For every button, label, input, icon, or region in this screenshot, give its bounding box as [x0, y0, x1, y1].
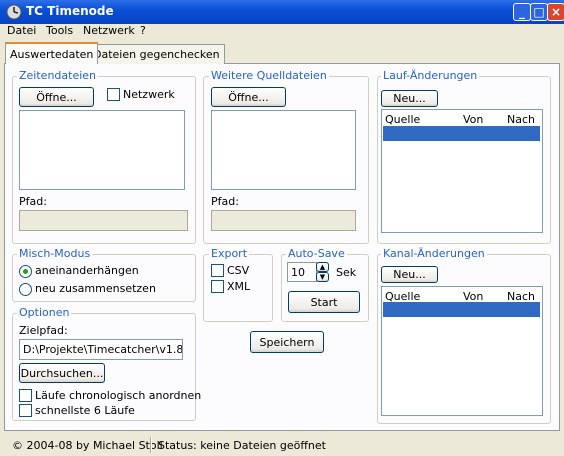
menu-datei[interactable]: Datei: [7, 24, 36, 37]
kanal-aenderungen-legend: Kanal-Änderungen: [381, 247, 487, 260]
export-legend: Export: [209, 247, 250, 260]
kanal-selected-row[interactable]: [383, 302, 540, 317]
fastest-label: schnellste 6 Läufe: [35, 404, 135, 417]
window-title: TC Timenode: [26, 4, 114, 18]
quell-open-button[interactable]: Öffne...: [211, 87, 286, 107]
zielpfad-label: Zielpfad:: [19, 324, 68, 337]
status-copyright: © 2004-08 by Michael Stoll: [12, 439, 163, 452]
radio-aneinanderhaengen[interactable]: [19, 265, 32, 278]
netzwerk-checkbox[interactable]: [107, 88, 120, 101]
netzwerk-label: Netzwerk: [123, 88, 175, 101]
zeiten-file-list[interactable]: [19, 110, 185, 190]
quell-pfad-label: Pfad:: [211, 195, 239, 208]
csv-label: CSV: [227, 264, 250, 277]
csv-checkbox[interactable]: [211, 264, 224, 277]
lauf-col-quelle[interactable]: Quelle: [385, 113, 420, 126]
quelldateien-legend: Weitere Quelldateien: [209, 69, 329, 82]
maximize-button[interactable]: □: [530, 3, 548, 21]
durchsuchen-button[interactable]: Durchsuchen...: [19, 363, 105, 383]
zeiten-open-button[interactable]: Öffne...: [19, 87, 94, 107]
minimize-button[interactable]: _: [513, 3, 531, 21]
tab-auswertedaten[interactable]: Auswertedaten: [5, 42, 99, 64]
lauf-col-nach[interactable]: Nach: [507, 113, 535, 126]
status-message: Status: keine Dateien geöffnet: [158, 439, 326, 452]
misch-modus-legend: Misch-Modus: [17, 247, 93, 260]
close-button[interactable]: ×: [547, 3, 564, 21]
app-icon: [6, 4, 22, 20]
optionen-legend: Optionen: [17, 306, 72, 319]
zeiten-pfad-field[interactable]: [19, 210, 188, 231]
zeitendateien-legend: Zeitendateien: [17, 69, 99, 82]
chrono-label: Läufe chronologisch anordnen: [35, 389, 202, 402]
lauf-new-button[interactable]: Neu...: [381, 90, 438, 107]
quell-pfad-field[interactable]: [211, 210, 356, 231]
menu-netzwerk[interactable]: Netzwerk: [83, 24, 135, 37]
chrono-checkbox[interactable]: [19, 389, 32, 402]
xml-label: XML: [227, 280, 251, 293]
spin-down-icon[interactable]: ▼: [316, 272, 329, 282]
zielpfad-input[interactable]: D:\Projekte\Timecatcher\v1.8.1r: [19, 339, 183, 360]
lauf-aenderungen-legend: Lauf-Änderungen: [381, 69, 480, 82]
auto-save-legend: Auto-Save: [286, 247, 347, 260]
tab-dateien-gegenchecken[interactable]: Dateien gegenchecken: [88, 44, 225, 64]
menu-help[interactable]: ?: [140, 24, 146, 37]
radio-selected-dot: [23, 269, 28, 274]
zeiten-pfad-label: Pfad:: [19, 195, 47, 208]
lauf-col-von[interactable]: Von: [463, 113, 483, 126]
auto-save-seconds-input[interactable]: 10: [287, 262, 317, 282]
speichern-button[interactable]: Speichern: [250, 331, 324, 353]
status-separator: [150, 437, 152, 453]
radio-neu-zusammensetzen[interactable]: [19, 283, 32, 296]
kanal-new-button[interactable]: Neu...: [381, 266, 438, 283]
spin-up-icon[interactable]: ▲: [316, 262, 329, 272]
label-neu-zusammensetzen: neu zusammensetzen: [35, 282, 156, 295]
auto-save-start-button[interactable]: Start: [288, 291, 360, 313]
auto-save-unit: Sek: [336, 266, 357, 279]
quell-file-list[interactable]: [211, 110, 356, 190]
lauf-selected-row[interactable]: [383, 126, 540, 141]
xml-checkbox[interactable]: [211, 280, 224, 293]
fastest-checkbox[interactable]: [19, 404, 32, 417]
menu-tools[interactable]: Tools: [46, 24, 73, 37]
label-aneinanderhaengen: aneinanderhängen: [35, 264, 139, 277]
